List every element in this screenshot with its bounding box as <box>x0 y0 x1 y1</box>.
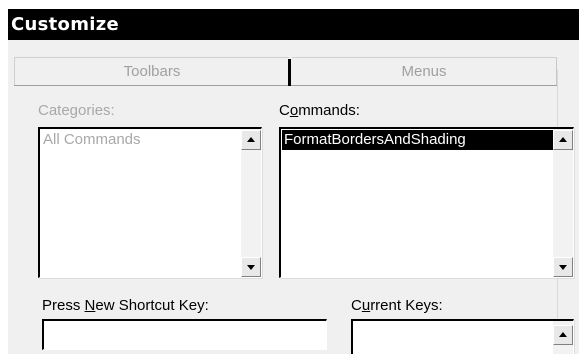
current-keys-listbox[interactable] <box>351 319 574 354</box>
current-keys-label: Current Keys: <box>351 297 443 314</box>
shortcut-key-label: Press New Shortcut Key: <box>42 297 209 314</box>
list-item[interactable]: FormatBordersAndShading <box>282 130 554 150</box>
scroll-up-button[interactable] <box>553 130 573 150</box>
tab-menus[interactable]: Menus <box>292 57 557 85</box>
categories-scrollbar[interactable] <box>241 129 261 277</box>
customize-dialog: Customize Toolbars Menus Categories: All… <box>8 9 579 354</box>
down-arrow-icon <box>247 265 255 270</box>
tab-toolbars[interactable]: Toolbars <box>14 57 289 85</box>
categories-label: Categories: <box>38 102 115 119</box>
scroll-up-button[interactable] <box>553 325 573 345</box>
current-keys-scrollbar[interactable] <box>553 321 573 354</box>
up-arrow-icon <box>559 332 567 337</box>
down-arrow-icon <box>559 265 567 270</box>
tab-strip: Toolbars Menus <box>14 57 557 86</box>
scroll-down-button[interactable] <box>553 257 573 277</box>
commands-scrollbar[interactable] <box>553 129 573 277</box>
categories-listbox[interactable]: All Commands <box>38 127 262 278</box>
commands-listbox[interactable]: FormatBordersAndShading <box>279 127 574 278</box>
scroll-down-button[interactable] <box>241 257 261 277</box>
up-arrow-icon <box>247 137 255 142</box>
dialog-title: Customize <box>8 9 579 40</box>
shortcut-key-input[interactable] <box>42 319 327 350</box>
scroll-up-button[interactable] <box>241 130 261 150</box>
commands-label: Commands: <box>279 102 360 119</box>
list-item[interactable]: All Commands <box>41 130 241 150</box>
tab-divider <box>288 59 291 86</box>
up-arrow-icon <box>559 137 567 142</box>
